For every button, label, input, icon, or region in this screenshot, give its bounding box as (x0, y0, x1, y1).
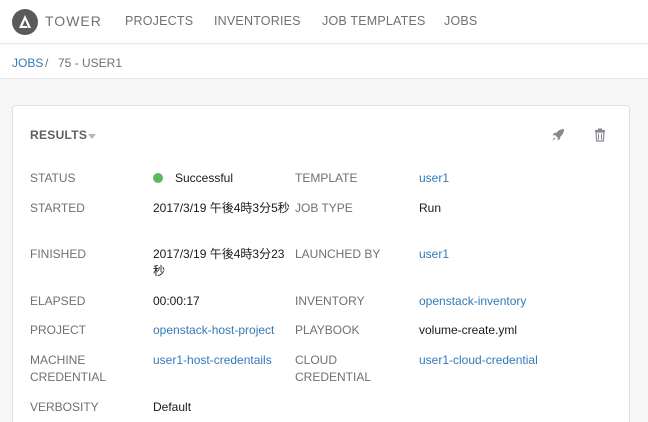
verbosity-value: Default (153, 400, 192, 414)
nav-job-templates[interactable]: JOB TEMPLATES (322, 14, 426, 28)
template-link[interactable]: user1 (419, 170, 449, 187)
job-type-value: Run (419, 201, 442, 215)
finished-label: FINISHED (30, 247, 87, 261)
trash-icon[interactable] (592, 127, 608, 143)
machine-credential-link[interactable]: user1-host-credentails (153, 352, 272, 369)
started-label: STARTED (30, 201, 85, 215)
nav-jobs[interactable]: JOBS (444, 14, 477, 28)
launched-by-link[interactable]: user1 (419, 246, 449, 263)
project-label: PROJECT (30, 323, 87, 337)
rocket-icon[interactable] (550, 127, 566, 143)
nav-projects[interactable]: PROJECTS (125, 14, 193, 28)
cloud-credential-label: CLOUD CREDENTIAL (295, 353, 372, 384)
ansible-logo-icon[interactable] (12, 9, 38, 35)
results-panel: RESULTS STATUS Successful STARTED 2017/3… (12, 105, 630, 422)
results-title[interactable]: RESULTS (30, 128, 87, 142)
brand-name[interactable]: TOWER (45, 13, 102, 29)
started-value: 2017/3/19 午後4時3分5秒 (153, 201, 290, 215)
cloud-credential-link[interactable]: user1-cloud-credential (419, 352, 538, 369)
playbook-value: volume-create.yml (419, 323, 518, 337)
breadcrumb-separator: / (45, 56, 49, 70)
verbosity-label: VERBOSITY (30, 400, 99, 414)
breadcrumb-jobs-link[interactable]: JOBS (12, 56, 43, 70)
project-link[interactable]: openstack-host-project (153, 322, 274, 339)
launched-by-label: LAUNCHED BY (295, 247, 381, 261)
playbook-label: PLAYBOOK (295, 323, 360, 337)
template-label: TEMPLATE (295, 171, 358, 185)
elapsed-label: ELAPSED (30, 294, 86, 308)
status-success-icon (153, 173, 163, 183)
machine-credential-label: MACHINE CREDENTIAL (30, 353, 107, 384)
elapsed-value: 00:00:17 (153, 294, 200, 308)
chevron-down-icon[interactable] (88, 134, 96, 139)
status-value: Successful (175, 171, 234, 185)
breadcrumb-current: 75 - USER1 (58, 56, 123, 70)
inventory-link[interactable]: openstack-inventory (419, 293, 526, 310)
status-label: STATUS (30, 171, 76, 185)
finished-value: 2017/3/19 午後4時3分23秒 (153, 247, 285, 278)
breadcrumb: JOBS / 75 - USER1 (0, 45, 648, 79)
top-navigation: TOWER PROJECTS INVENTORIES JOB TEMPLATES… (0, 0, 648, 44)
inventory-label: INVENTORY (295, 294, 365, 308)
nav-inventories[interactable]: INVENTORIES (214, 14, 301, 28)
job-type-label: JOB TYPE (295, 201, 353, 215)
